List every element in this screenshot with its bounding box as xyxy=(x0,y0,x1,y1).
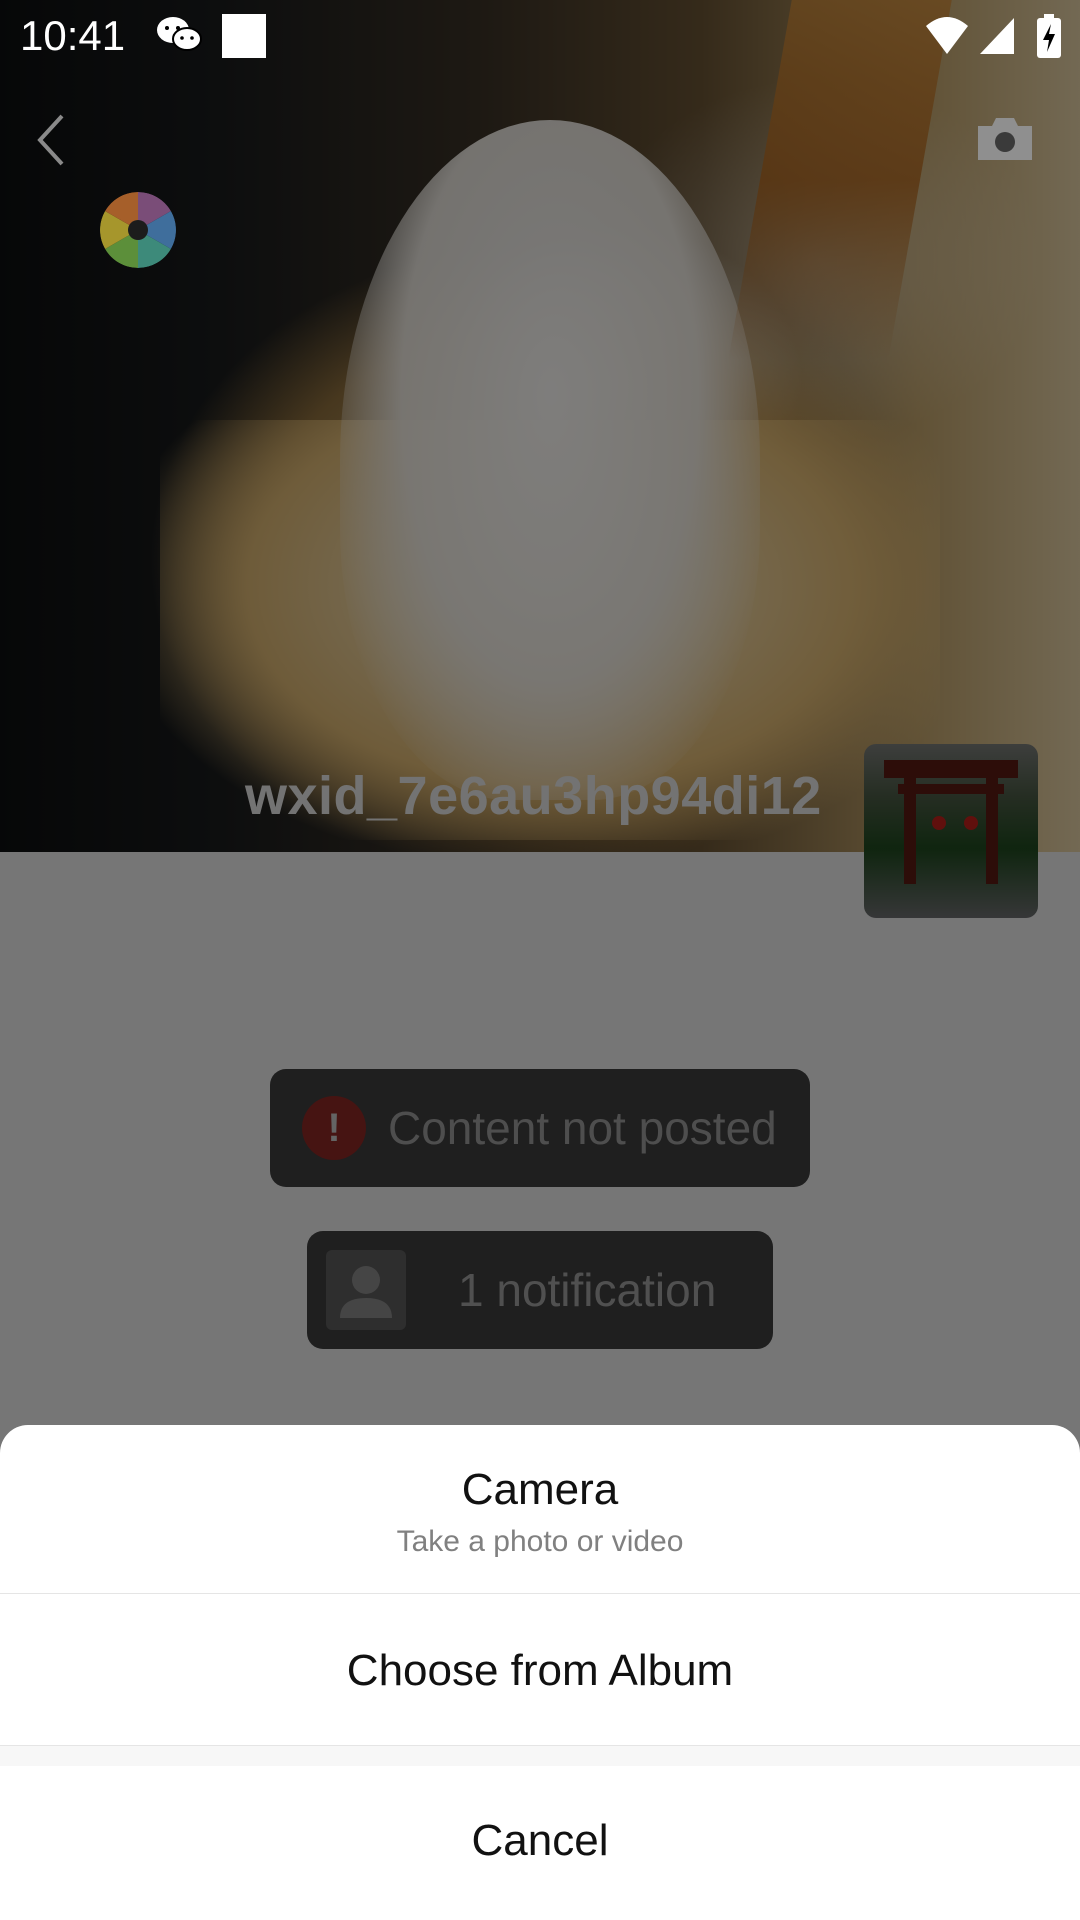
notification-square-icon xyxy=(222,14,266,58)
status-bar: 10:41 xyxy=(0,0,1080,76)
action-sheet: Camera Take a photo or video Choose from… xyxy=(0,1425,1080,1920)
cancel-button-label: Cancel xyxy=(471,1816,609,1865)
status-time: 10:41 xyxy=(20,12,126,59)
camera-option-subtitle: Take a photo or video xyxy=(396,1525,684,1558)
sheet-gap xyxy=(0,1746,1080,1766)
wechat-icon xyxy=(156,14,202,59)
choose-from-album-option[interactable]: Choose from Album xyxy=(0,1594,1080,1744)
camera-option[interactable]: Camera Take a photo or video xyxy=(0,1425,1080,1593)
camera-icon[interactable] xyxy=(974,114,1036,162)
wifi-icon xyxy=(924,16,970,61)
moments-page: wxid_7e6au3hp94di12 ! Content not posted… xyxy=(0,0,1080,1920)
cancel-button[interactable]: Cancel xyxy=(0,1766,1080,1920)
chevron-left-icon[interactable] xyxy=(32,110,72,170)
album-option-title: Choose from Album xyxy=(346,1646,734,1695)
aperture-icon[interactable] xyxy=(100,192,176,268)
signal-icon xyxy=(980,16,1014,61)
battery-charging-icon xyxy=(1036,14,1062,63)
camera-option-title: Camera xyxy=(461,1465,619,1514)
